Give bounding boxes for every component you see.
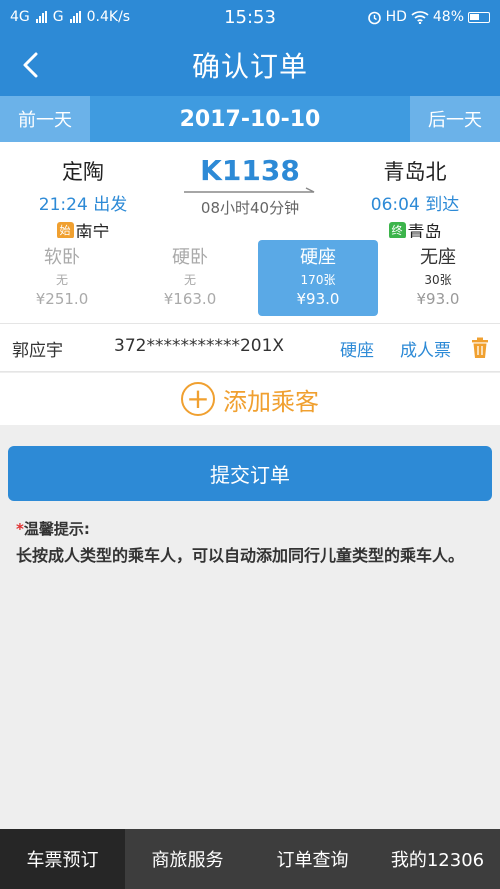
seat-price: ¥93.0 xyxy=(416,290,460,308)
network-type-2: G xyxy=(52,9,64,25)
passenger-seat-type[interactable]: 硬座 xyxy=(340,336,374,361)
seat-type-label: 硬卧 xyxy=(172,247,208,268)
signal-icon xyxy=(35,11,47,23)
arrival-station-name: 青岛北 xyxy=(383,160,447,184)
train-number: K1138 xyxy=(200,154,300,187)
current-date: 2017-10-10 xyxy=(179,106,321,132)
back-button[interactable] xyxy=(12,46,48,84)
status-bar: 4G G 0.4K/s 15:53 HD 48% xyxy=(0,0,500,34)
seat-option-no-seat[interactable]: 无座 30张 ¥93.0 xyxy=(378,240,498,316)
prev-day-button[interactable]: 前一天 xyxy=(0,96,90,142)
tips-title: *温馨提示: xyxy=(16,520,90,538)
app-header: 确认订单 xyxy=(0,34,500,96)
add-passenger-label: 添加乘客 xyxy=(223,387,319,416)
seat-type-selector: 软卧 无 ¥251.0 硬卧 无 ¥163.0 硬座 170张 ¥93.0 无座… xyxy=(0,238,500,324)
alarm-icon xyxy=(367,11,381,24)
submit-order-button[interactable]: 提交订单 xyxy=(8,446,492,501)
tab-ticket-booking[interactable]: 车票预订 xyxy=(0,829,125,889)
seat-option-hard-seat[interactable]: 硬座 170张 ¥93.0 xyxy=(258,240,378,316)
seat-type-label: 无座 xyxy=(420,247,456,268)
seat-availability: 无 xyxy=(183,273,196,287)
passenger-ticket-type[interactable]: 成人票 xyxy=(400,336,451,361)
tab-order-query[interactable]: 订单查询 xyxy=(250,829,375,889)
tips-title-text: 温馨提示: xyxy=(23,520,90,538)
destination-tag: 终 xyxy=(388,222,406,239)
passenger-id-number: 372***********201X xyxy=(114,336,285,356)
wifi-icon xyxy=(411,11,429,24)
tab-my-12306[interactable]: 我的12306 xyxy=(375,829,500,889)
arrival-station: 青岛北 06:04 到达 终 青岛 xyxy=(360,156,470,243)
add-passenger-button[interactable]: + 添加乘客 xyxy=(0,373,500,425)
seat-availability: 170张 xyxy=(300,273,336,287)
seat-type-label: 硬座 xyxy=(300,247,336,268)
seat-type-label: 软卧 xyxy=(44,247,80,268)
tips-section: *温馨提示: 长按成人类型的乘车人，可以自动添加同行儿童类型的乘车人。 xyxy=(16,518,486,567)
seat-price: ¥93.0 xyxy=(296,290,340,308)
departure-time: 21:24 出发 xyxy=(38,195,128,215)
tab-travel-services[interactable]: 商旅服务 xyxy=(125,829,250,889)
seat-availability: 30张 xyxy=(424,273,452,287)
trash-icon[interactable] xyxy=(470,337,490,359)
date-selector: 前一天 2017-10-10 后一天 xyxy=(0,96,500,142)
seat-option-soft-sleeper[interactable]: 软卧 无 ¥251.0 xyxy=(2,240,122,316)
train-summary: K1138 08小时40分钟 xyxy=(178,154,322,218)
origin-tag: 始 xyxy=(56,222,74,239)
battery-percent: 48% xyxy=(432,9,464,25)
chevron-left-icon xyxy=(23,52,38,78)
network-speed: 0.4K/s xyxy=(86,9,131,25)
departure-station-name: 定陶 xyxy=(62,160,104,184)
page-title: 确认订单 xyxy=(191,50,308,83)
train-info-card: 定陶 21:24 出发 始 南宁 K1138 08小时40分钟 青岛北 06:0… xyxy=(0,142,500,243)
next-day-button[interactable]: 后一天 xyxy=(410,96,500,142)
passenger-row[interactable]: 郭应宇 372***********201X 硬座 成人票 xyxy=(0,324,500,372)
arrow-right-icon xyxy=(184,187,315,193)
tips-text: 长按成人类型的乘车人，可以自动添加同行儿童类型的乘车人。 xyxy=(16,546,465,565)
departure-station: 定陶 21:24 出发 始 南宁 xyxy=(28,156,138,243)
network-type: 4G xyxy=(10,9,30,25)
plus-circle-icon: + xyxy=(181,382,215,416)
bottom-nav: 车票预订 商旅服务 订单查询 我的12306 xyxy=(0,829,500,889)
seat-price: ¥163.0 xyxy=(163,290,217,308)
arrival-time: 06:04 到达 xyxy=(370,195,460,215)
battery-icon xyxy=(468,11,490,23)
hd-indicator: HD xyxy=(385,9,407,25)
seat-option-hard-sleeper[interactable]: 硬卧 无 ¥163.0 xyxy=(130,240,250,316)
signal-icon xyxy=(69,11,81,23)
seat-availability: 无 xyxy=(55,273,68,287)
travel-duration: 08小时40分钟 xyxy=(200,199,300,217)
passenger-name: 郭应宇 xyxy=(12,341,63,361)
seat-price: ¥251.0 xyxy=(35,290,89,308)
